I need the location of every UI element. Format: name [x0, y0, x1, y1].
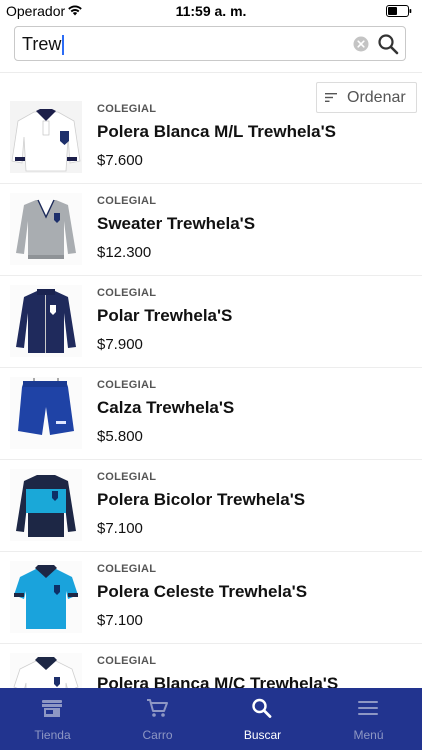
product-category: COLEGIAL: [97, 287, 157, 299]
sort-icon: [325, 93, 337, 102]
product-category: COLEGIAL: [97, 195, 157, 207]
tab-carro[interactable]: Carro: [105, 688, 210, 750]
product-item[interactable]: COLEGIAL Polar Trewhela'S $7.900: [0, 276, 422, 368]
product-image[interactable]: [10, 561, 82, 633]
tab-label: Carro: [142, 728, 173, 742]
product-price: $7.900: [97, 336, 143, 353]
search-icon: [252, 698, 272, 718]
tab-label: Buscar: [243, 728, 282, 742]
search-icon[interactable]: [377, 33, 399, 55]
product-list: COLEGIAL Polera Blanca M/L Trewhela'S $7…: [0, 92, 422, 736]
product-category: COLEGIAL: [97, 471, 157, 483]
text-caret: [62, 35, 65, 56]
product-name[interactable]: Polera Blanca M/L Trewhela'S: [97, 122, 336, 142]
product-image[interactable]: [10, 101, 82, 173]
status-time: 11:59 a. m.: [175, 3, 247, 19]
product-name[interactable]: Calza Trewhela'S: [97, 398, 234, 418]
product-name[interactable]: Polera Bicolor Trewhela'S: [97, 490, 305, 510]
status-bar: Operador 11:59 a. m.: [0, 0, 422, 22]
search-input[interactable]: Trew: [22, 32, 65, 56]
tab-label: Tienda: [34, 728, 71, 742]
cart-icon: [147, 699, 168, 717]
product-name[interactable]: Polar Trewhela'S: [97, 306, 232, 326]
product-image[interactable]: [10, 285, 82, 357]
product-image[interactable]: [10, 469, 82, 541]
clear-icon[interactable]: [353, 36, 369, 52]
product-category: COLEGIAL: [97, 563, 157, 575]
store-icon: [42, 700, 62, 717]
tab-bar: Tienda Carro Buscar Menú: [0, 688, 422, 750]
sort-button[interactable]: Ordenar: [316, 82, 417, 113]
product-item[interactable]: COLEGIAL Sweater Trewhela'S $12.300: [0, 184, 422, 276]
product-image[interactable]: [10, 377, 82, 449]
tab-menu[interactable]: Menú: [316, 688, 421, 750]
product-name[interactable]: Polera Celeste Trewhela'S: [97, 582, 307, 602]
battery-icon: [386, 5, 412, 17]
product-item[interactable]: COLEGIAL Calza Trewhela'S $5.800: [0, 368, 422, 460]
sort-label: Ordenar: [347, 89, 406, 106]
menu-icon: [358, 701, 378, 715]
product-item[interactable]: COLEGIAL Polera Bicolor Trewhela'S $7.10…: [0, 460, 422, 552]
search-input-value: Trew: [22, 34, 62, 54]
product-category: COLEGIAL: [97, 103, 157, 115]
product-price: $5.800: [97, 428, 143, 445]
product-category: COLEGIAL: [97, 379, 157, 391]
product-price: $7.100: [97, 520, 143, 537]
tab-buscar[interactable]: Buscar: [210, 688, 315, 750]
product-price: $7.600: [97, 152, 143, 169]
tab-label: Menú: [353, 728, 384, 742]
tab-tienda[interactable]: Tienda: [0, 688, 105, 750]
search-bar: Trew: [14, 26, 406, 61]
divider: [0, 72, 422, 73]
product-name[interactable]: Sweater Trewhela'S: [97, 214, 255, 234]
product-price: $7.100: [97, 612, 143, 629]
product-item[interactable]: COLEGIAL Polera Celeste Trewhela'S $7.10…: [0, 552, 422, 644]
product-image[interactable]: [10, 193, 82, 265]
product-category: COLEGIAL: [97, 655, 157, 667]
product-price: $12.300: [97, 244, 152, 261]
